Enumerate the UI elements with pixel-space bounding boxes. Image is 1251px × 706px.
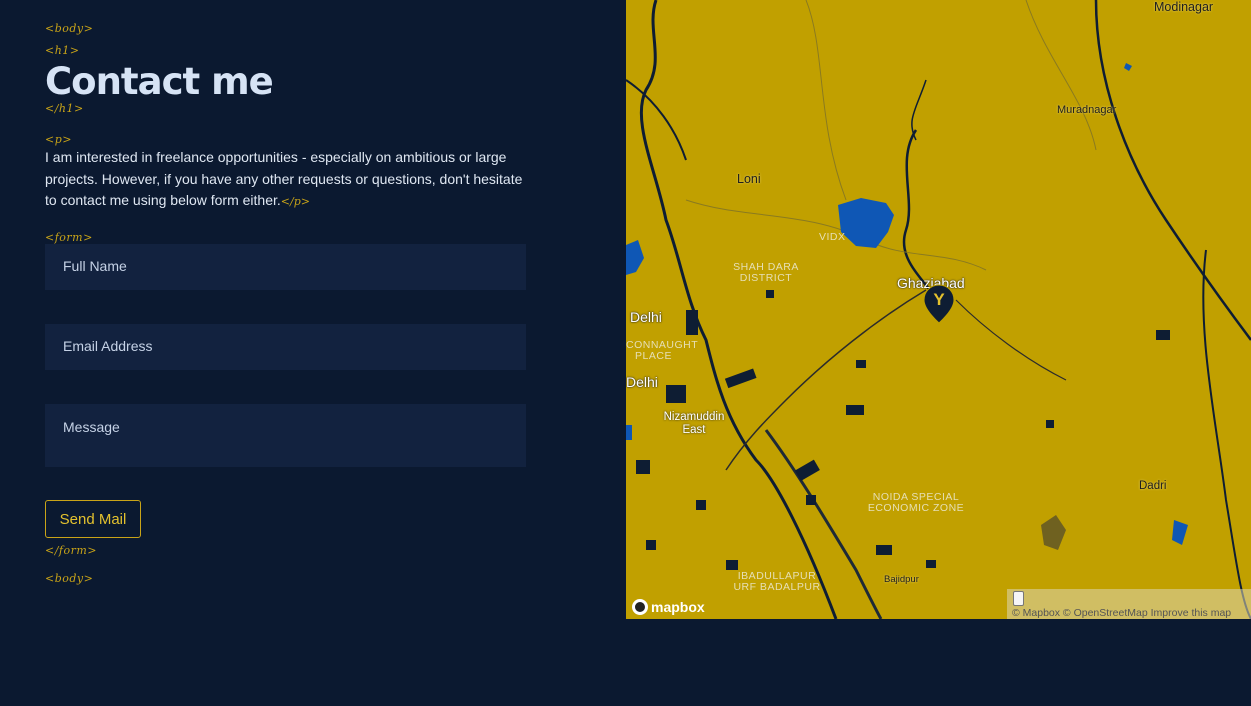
mapbox-logo-text: mapbox bbox=[651, 599, 705, 615]
map-label-connaught: CONNAUGHT PLACE bbox=[626, 339, 699, 362]
map-label-noida: NOIDA SPECIAL ECONOMIC ZONE bbox=[867, 491, 965, 514]
page-title: Contact me bbox=[45, 60, 274, 103]
email-input[interactable]: Email Address bbox=[45, 324, 526, 370]
location-marker[interactable]: Y bbox=[923, 284, 955, 324]
map-label-delhi-1: Delhi bbox=[630, 309, 662, 325]
p-open-tag: <p> bbox=[45, 133, 72, 146]
map-label-vidx: VIDX bbox=[819, 231, 846, 243]
attribution-toggle[interactable] bbox=[1013, 591, 1024, 606]
map-label-loni: Loni bbox=[737, 172, 761, 186]
body-close-tag: <body> bbox=[45, 572, 94, 585]
message-textarea[interactable]: Message bbox=[45, 404, 526, 467]
map-label-shahdara: SHAH DARA DISTRICT bbox=[733, 261, 799, 284]
email-placeholder: Email Address bbox=[63, 338, 153, 354]
mapbox-logo-icon bbox=[632, 599, 648, 615]
location-map[interactable]: Modinagar Muradnagar Loni VIDX SHAH DARA… bbox=[626, 0, 1251, 619]
p-close-tag: </p> bbox=[280, 195, 310, 208]
mapbox-logo[interactable]: mapbox bbox=[632, 599, 705, 615]
attribution-text[interactable]: © Mapbox © OpenStreetMap Improve this ma… bbox=[1012, 607, 1231, 619]
marker-letter: Y bbox=[933, 290, 945, 309]
map-label-delhi-2: Delhi bbox=[626, 374, 658, 390]
full-name-placeholder: Full Name bbox=[63, 258, 127, 274]
send-mail-button[interactable]: Send Mail bbox=[45, 500, 141, 538]
full-name-input[interactable]: Full Name bbox=[45, 244, 526, 290]
form-open-tag: <form> bbox=[45, 231, 93, 244]
map-label-ibadullapur: IBADULLAPUR URF BADALPUR bbox=[733, 570, 821, 593]
map-label-dadri: Dadri bbox=[1139, 480, 1167, 492]
h1-open-tag: <h1> bbox=[45, 44, 80, 57]
body-open-tag: <body> bbox=[45, 22, 94, 35]
h1-close-tag: </h1> bbox=[45, 102, 84, 115]
map-label-muradnagar: Muradnagar bbox=[1057, 104, 1117, 116]
intro-paragraph: I am interested in freelance opportuniti… bbox=[45, 147, 525, 213]
map-label-bajidpur: Bajidpur bbox=[884, 574, 919, 585]
map-attribution: © Mapbox © OpenStreetMap Improve this ma… bbox=[1007, 589, 1251, 619]
map-label-modinagar: Modinagar bbox=[1154, 0, 1214, 14]
message-placeholder: Message bbox=[63, 419, 120, 435]
form-close-tag: </form> bbox=[45, 544, 98, 557]
map-label-nizamuddin: Nizamuddin East bbox=[663, 411, 725, 436]
contact-panel: <body> <h1> Contact me </h1> <p> I am in… bbox=[0, 0, 626, 706]
